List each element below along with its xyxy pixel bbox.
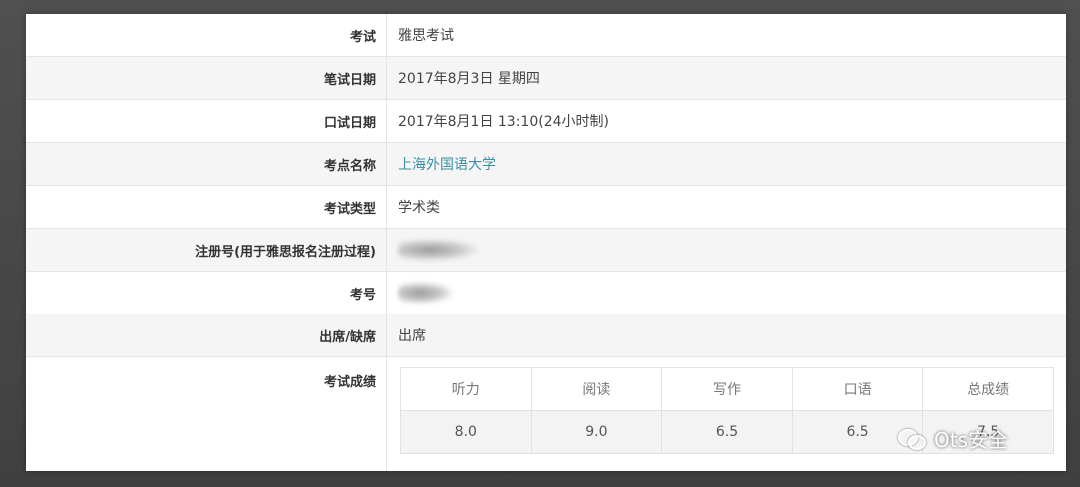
scores-header-row: 听力 阅读 写作 口语 总成绩 <box>400 367 1054 411</box>
redacted-blur <box>398 239 478 261</box>
score-value-writing: 6.5 <box>661 410 793 454</box>
row-label-candidate-number: 考号 <box>26 272 387 314</box>
row-label-scores: 考试成绩 <box>26 357 387 471</box>
row-value-candidate-number <box>398 272 453 314</box>
row-value-registration-number <box>398 229 478 271</box>
row-label-registration-number: 注册号(用于雅思报名注册过程) <box>26 229 387 271</box>
row-value-exam-type: 学术类 <box>398 200 440 216</box>
row-written-date: 笔试日期 2017年8月3日 星期四 <box>26 57 1066 100</box>
row-label-written-date: 笔试日期 <box>26 57 387 99</box>
row-value-speaking-date: 2017年8月1日 13:10(24小时制) <box>398 114 609 130</box>
score-report-panel: 考试 雅思考试 笔试日期 2017年8月3日 星期四 口试日期 2017年8月1… <box>26 14 1066 471</box>
redacted-blur <box>398 282 453 304</box>
score-value-reading: 9.0 <box>530 410 663 454</box>
row-candidate-number: 考号 <box>26 272 1066 315</box>
test-center-link[interactable]: 上海外国语大学 <box>398 143 496 185</box>
row-attendance: 出席/缺席 出席 <box>26 314 1066 357</box>
score-value-listening: 8.0 <box>400 410 532 454</box>
screenshot-frame: 考试 雅思考试 笔试日期 2017年8月3日 星期四 口试日期 2017年8月1… <box>0 0 1080 487</box>
row-value-attendance: 出席 <box>398 328 426 344</box>
row-test-center: 考点名称 上海外国语大学 <box>26 143 1066 186</box>
row-exam-type: 考试类型 学术类 <box>26 186 1066 229</box>
row-label-exam-type: 考试类型 <box>26 186 387 228</box>
score-header-listening: 听力 <box>400 367 532 411</box>
score-header-writing: 写作 <box>661 367 793 411</box>
row-value-exam: 雅思考试 <box>398 28 454 44</box>
row-label-attendance: 出席/缺席 <box>26 314 387 356</box>
row-label-exam: 考试 <box>26 14 387 56</box>
row-registration-number: 注册号(用于雅思报名注册过程) <box>26 229 1066 272</box>
score-header-overall: 总成绩 <box>922 367 1054 411</box>
row-label-test-center: 考点名称 <box>26 143 387 185</box>
score-header-reading: 阅读 <box>530 367 663 411</box>
wechat-icon <box>898 427 928 451</box>
row-exam: 考试 雅思考试 <box>26 14 1066 57</box>
row-label-speaking-date: 口试日期 <box>26 100 387 142</box>
watermark-text: Ots安全 <box>934 428 1009 452</box>
row-speaking-date: 口试日期 2017年8月1日 13:10(24小时制) <box>26 100 1066 143</box>
score-header-speaking: 口语 <box>791 367 924 411</box>
row-value-written-date: 2017年8月3日 星期四 <box>398 71 540 87</box>
watermark: Ots安全 <box>898 424 1008 453</box>
